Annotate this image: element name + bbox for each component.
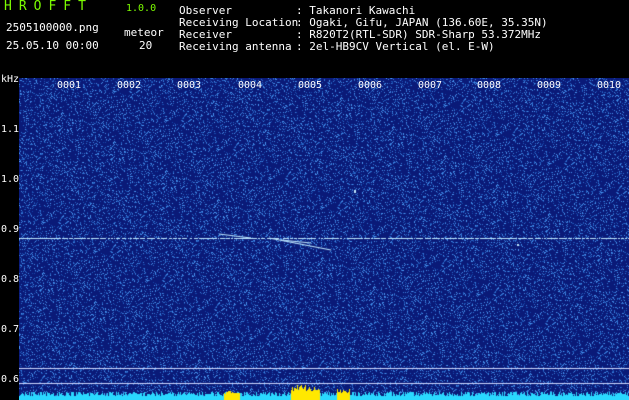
observation-datetime: 25.05.10 00:00 — [6, 39, 99, 52]
antenna-label: Receiving antenna — [179, 40, 292, 53]
x-tick-label: 0004 — [237, 80, 263, 91]
spectrogram-canvas — [19, 78, 629, 400]
y-tick-label: 1.0 — [1, 174, 20, 185]
antenna-value: : 2el-HB9CV Vertical (el. E-W) — [296, 40, 495, 53]
y-tick-label: 1.1 — [1, 124, 20, 135]
x-tick-label: 0002 — [116, 80, 142, 91]
x-tick-label: 0008 — [476, 80, 502, 91]
x-tick-label: 0006 — [357, 80, 383, 91]
x-tick-label: 0007 — [417, 80, 443, 91]
x-tick-label: 0009 — [536, 80, 562, 91]
x-tick-label: 0005 — [297, 80, 323, 91]
y-tick-label: 0.6 — [1, 374, 20, 385]
meteor-count: 20 — [139, 39, 153, 52]
app-version: 1.0.0 — [126, 3, 157, 14]
y-tick-label: 0.8 — [1, 274, 20, 285]
x-tick-label: 0010 — [596, 80, 622, 91]
x-tick-label: 0003 — [176, 80, 202, 91]
file-name: 2505100000.png — [6, 21, 99, 34]
frequency-unit-label: kHz — [1, 74, 20, 85]
header-panel: HROFFT 1.0.0 2505100000.png 25.05.10 00:… — [0, 0, 629, 78]
x-tick-label: 0001 — [56, 80, 82, 91]
y-tick-label: 0.7 — [1, 324, 20, 335]
y-tick-label: 0.9 — [1, 224, 20, 235]
meteor-label: meteor — [124, 26, 164, 39]
app-logo: HROFFT — [4, 0, 93, 14]
